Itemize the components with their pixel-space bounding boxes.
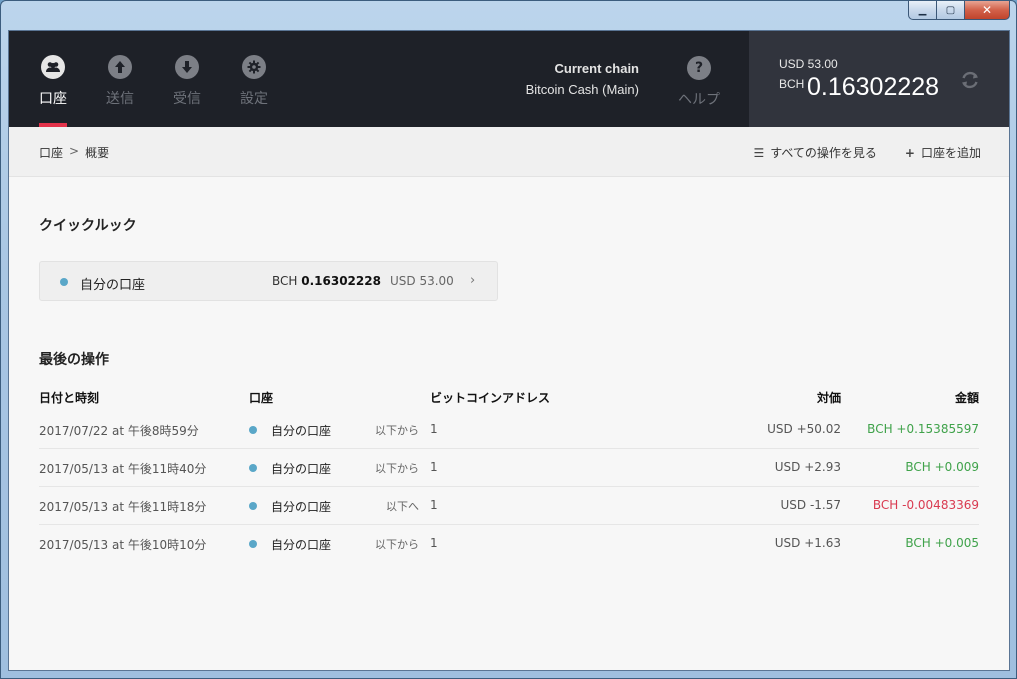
quick-look-bch: BCH 0.16302228: [272, 274, 381, 288]
operation-address: 1: [430, 422, 438, 436]
nav-label-settings: 設定: [240, 91, 268, 107]
operation-amount: BCH +0.005: [905, 536, 979, 550]
operation-direction: 以下から: [375, 538, 419, 551]
account-color-dot: [249, 540, 257, 548]
breadcrumb-separator: >: [69, 144, 80, 158]
header-countervalue: 対価: [816, 391, 841, 405]
nav-label-send: 送信: [106, 91, 134, 107]
operation-countervalue: USD -1.57: [780, 498, 841, 512]
operation-account: 自分の口座: [271, 462, 332, 476]
app-window: ▁ ▢ ✕ 口座 送信 受信 設定 Current chain Bitcoin …: [0, 0, 1017, 679]
header-actions: ☰ すべての操作を見る + 口座を追加: [753, 144, 981, 161]
quick-look-bch-value: 0.16302228: [301, 274, 381, 288]
breadcrumb-current: 概要: [85, 146, 110, 160]
operation-address: 1: [430, 460, 438, 474]
receive-icon: [175, 55, 199, 79]
header-account: 口座: [249, 391, 274, 405]
breadcrumb-root[interactable]: 口座: [39, 144, 63, 161]
operation-date: 2017/07/22 at 午後8時59分: [39, 424, 199, 438]
operation-date: 2017/05/13 at 午後11時18分: [39, 500, 207, 514]
operations-table-header: 日付と時刻 口座 ビットコインアドレス 対価 金額: [39, 387, 979, 411]
list-icon: ☰: [753, 145, 765, 160]
operation-row[interactable]: 2017/07/22 at 午後8時59分 自分の口座 以下から 1 USD +…: [39, 411, 979, 449]
operation-row[interactable]: 2017/05/13 at 午後11時40分 自分の口座 以下から 1 USD …: [39, 449, 979, 487]
nav-item-help[interactable]: ? ヘルプ: [669, 31, 729, 127]
nav-item-settings[interactable]: 設定: [224, 31, 284, 127]
quick-look-usd: USD 53.00: [390, 274, 454, 288]
operation-account: 自分の口座: [271, 424, 332, 438]
add-account-button[interactable]: + 口座を追加: [905, 144, 981, 161]
balance-usd: USD 53.00: [779, 57, 838, 71]
operations-table: 日付と時刻 口座 ビットコインアドレス 対価 金額 2017/07/22 at …: [39, 387, 979, 563]
window-caption-buttons: ▁ ▢ ✕: [908, 1, 1010, 21]
nav-item-send[interactable]: 送信: [90, 31, 150, 127]
operation-amount: BCH +0.15385597: [867, 422, 979, 436]
current-chain: Current chain Bitcoin Cash (Main): [489, 61, 639, 97]
view-all-operations-label: すべての操作を見る: [770, 146, 877, 160]
app-client-area: 口座 送信 受信 設定 Current chain Bitcoin Cash (…: [8, 30, 1010, 671]
operation-account: 自分の口座: [271, 500, 332, 514]
quick-look-account-card[interactable]: 自分の口座 BCH 0.16302228 USD 53.00 ›: [39, 261, 498, 301]
operation-row[interactable]: 2017/05/13 at 午後10時10分 自分の口座 以下から 1 USD …: [39, 525, 979, 563]
quick-look-title: クイックルック: [39, 218, 137, 234]
nav-item-receive[interactable]: 受信: [157, 31, 217, 127]
plus-icon: +: [904, 145, 915, 160]
breadcrumb: 口座 > 概要: [39, 144, 109, 161]
operation-countervalue: USD +2.93: [774, 460, 841, 474]
operation-countervalue: USD +1.63: [774, 536, 841, 550]
operation-row[interactable]: 2017/05/13 at 午後11時18分 自分の口座 以下へ 1 USD -…: [39, 487, 979, 525]
send-icon: [108, 55, 132, 79]
operation-direction: 以下から: [375, 462, 419, 475]
refresh-icon[interactable]: [959, 69, 981, 91]
view-all-operations-button[interactable]: ☰ すべての操作を見る: [753, 144, 876, 161]
nav-label-accounts: 口座: [39, 91, 67, 107]
operation-amount: BCH +0.009: [905, 460, 979, 474]
header-amount: 金額: [954, 391, 979, 405]
balance-panel: USD 53.00 BCH 0.16302228: [749, 31, 1009, 127]
current-chain-value: Bitcoin Cash (Main): [525, 82, 639, 97]
account-color-dot: [249, 464, 257, 472]
nav-label-help: ヘルプ: [678, 92, 720, 108]
add-account-label: 口座を追加: [920, 146, 981, 160]
current-chain-title: Current chain: [554, 61, 639, 76]
header-address: ビットコインアドレス: [430, 391, 551, 405]
account-color-dot: [60, 278, 68, 286]
last-operations-title: 最後の操作: [39, 352, 109, 368]
operation-date: 2017/05/13 at 午後10時10分: [39, 538, 207, 552]
operation-date: 2017/05/13 at 午後11時40分: [39, 462, 207, 476]
help-icon: ?: [687, 56, 711, 80]
operation-amount: BCH -0.00483369: [872, 498, 979, 512]
minimize-button[interactable]: ▁: [908, 1, 936, 20]
close-button[interactable]: ✕: [964, 1, 1010, 20]
quick-look-bch-prefix: BCH: [272, 274, 302, 288]
chevron-right-icon: ›: [470, 273, 476, 288]
nav-item-accounts[interactable]: 口座: [23, 31, 83, 127]
balance-ticker: BCH: [779, 77, 805, 91]
operation-address: 1: [430, 498, 438, 512]
maximize-button[interactable]: ▢: [936, 1, 964, 20]
balance-amount: 0.16302228: [807, 73, 940, 101]
account-color-dot: [249, 502, 257, 510]
operation-direction: 以下から: [375, 424, 419, 437]
quick-look-account-name: 自分の口座: [80, 278, 146, 293]
accounts-icon: [41, 55, 65, 79]
operation-direction: 以下へ: [386, 500, 419, 513]
header-date: 日付と時刻: [39, 391, 100, 405]
settings-icon: [242, 55, 266, 79]
breadcrumb-bar: 口座 > 概要 ☰ すべての操作を見る + 口座を追加: [9, 127, 1009, 177]
operation-countervalue: USD +50.02: [767, 422, 841, 436]
nav-label-receive: 受信: [173, 91, 201, 107]
operation-address: 1: [430, 536, 438, 550]
account-color-dot: [249, 426, 257, 434]
top-header: 口座 送信 受信 設定 Current chain Bitcoin Cash (…: [9, 31, 1009, 127]
operation-account: 自分の口座: [271, 538, 332, 552]
